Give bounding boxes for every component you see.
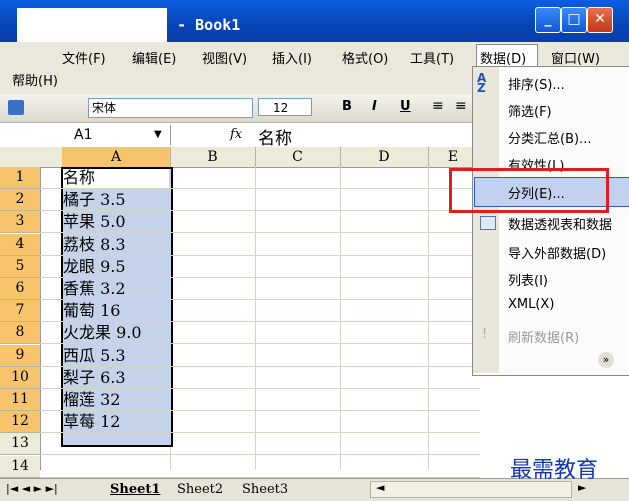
window-title: el - Book1 bbox=[150, 16, 241, 34]
chevron-down-icon[interactable]: ▼ bbox=[154, 125, 162, 145]
close-button[interactable]: ✕ bbox=[587, 7, 613, 33]
menu-item-sort[interactable]: 排序(S)... bbox=[508, 74, 565, 93]
refresh-icon: ! bbox=[482, 327, 488, 342]
menu-window[interactable]: 窗口(W) bbox=[551, 48, 600, 67]
row-header[interactable]: 12 bbox=[0, 411, 40, 433]
column-header-c[interactable]: C bbox=[255, 147, 341, 167]
table-cell[interactable]: 香蕉 3.2 bbox=[63, 279, 126, 298]
table-cell[interactable]: 名称 bbox=[63, 168, 95, 187]
table-cell[interactable]: 荔枝 8.3 bbox=[63, 235, 126, 254]
menu-item-refresh: 刷新数据(R) bbox=[508, 331, 580, 346]
select-all-corner[interactable] bbox=[0, 147, 63, 167]
table-cell[interactable]: 榴莲 32 bbox=[63, 390, 120, 409]
table-cell[interactable]: 龙眼 9.5 bbox=[63, 257, 126, 276]
underline-button[interactable]: U bbox=[400, 99, 411, 114]
formula-input[interactable]: 名称 bbox=[258, 124, 292, 149]
menu-tools[interactable]: 工具(T) bbox=[410, 48, 454, 67]
bold-button[interactable]: B bbox=[342, 99, 352, 114]
table-cell[interactable]: 橘子 3.5 bbox=[63, 190, 126, 209]
row-header[interactable]: 6 bbox=[0, 278, 40, 300]
row-header[interactable]: 13 bbox=[0, 433, 40, 455]
title-redaction bbox=[17, 8, 167, 42]
menu-format[interactable]: 格式(O) bbox=[342, 48, 388, 67]
expand-menu-icon[interactable]: » bbox=[598, 352, 614, 368]
table-cell[interactable]: 苹果 5.0 bbox=[63, 212, 126, 231]
menu-help[interactable]: 帮助(H) bbox=[12, 70, 58, 89]
cell-reference: A1 bbox=[74, 127, 93, 143]
row-header[interactable]: 8 bbox=[0, 322, 40, 344]
font-size-select[interactable]: 12 bbox=[258, 98, 312, 116]
table-cell[interactable]: 西瓜 5.3 bbox=[63, 346, 126, 365]
menu-item-xml[interactable]: XML(X) bbox=[508, 297, 554, 312]
table-cell[interactable]: 葡萄 16 bbox=[63, 301, 120, 320]
row-header[interactable]: 7 bbox=[0, 300, 40, 322]
row-header[interactable]: 2 bbox=[0, 189, 40, 211]
row-header[interactable]: 4 bbox=[0, 234, 40, 256]
row-header[interactable]: 1 bbox=[0, 167, 40, 189]
menu-item-list[interactable]: 列表(I) bbox=[508, 270, 548, 289]
menu-file[interactable]: 文件(F) bbox=[62, 48, 106, 67]
tab-sheet3[interactable]: Sheet3 bbox=[242, 482, 288, 497]
menu-item-filter[interactable]: 筛选(F) bbox=[508, 101, 552, 120]
column-header-b[interactable]: B bbox=[170, 147, 256, 167]
watermark: 最需教育 bbox=[510, 458, 599, 483]
column-header-a[interactable]: A bbox=[62, 147, 171, 167]
menu-item-subtotals[interactable]: 分类汇总(B)... bbox=[508, 128, 591, 147]
highlight-annotation-box bbox=[449, 168, 609, 213]
scroll-left-icon[interactable]: ◄ bbox=[376, 481, 384, 494]
tab-sheet2[interactable]: Sheet2 bbox=[177, 482, 223, 497]
maximize-button[interactable]: □ bbox=[561, 7, 587, 33]
table-cell[interactable]: 梨子 6.3 bbox=[63, 368, 126, 387]
align-center-icon[interactable]: ≡ bbox=[455, 98, 467, 114]
row-header[interactable]: 9 bbox=[0, 345, 40, 367]
menu-item-import-data[interactable]: 导入外部数据(D) bbox=[508, 243, 606, 262]
row-header[interactable]: 10 bbox=[0, 367, 40, 389]
tab-sheet1[interactable]: Sheet1 bbox=[110, 482, 160, 497]
fx-icon[interactable]: fx bbox=[230, 127, 242, 142]
table-cell[interactable]: 草莓 12 bbox=[63, 412, 120, 431]
font-name-select[interactable]: 宋体 bbox=[88, 98, 253, 118]
align-left-icon[interactable]: ≡ bbox=[432, 98, 444, 114]
menu-data[interactable]: 数据(D) bbox=[480, 48, 526, 67]
table-cell[interactable]: 火龙果 9.0 bbox=[63, 323, 142, 342]
tab-nav-arrows[interactable]: |◄ ◄ ► ►| bbox=[6, 482, 58, 495]
menu-item-pivot-table[interactable]: 数据透视表和数据 bbox=[508, 214, 612, 233]
pivot-table-icon bbox=[480, 216, 496, 230]
row-header[interactable]: 5 bbox=[0, 256, 40, 278]
sort-az-icon: AZ bbox=[477, 71, 487, 95]
menu-view[interactable]: 视图(V) bbox=[202, 48, 247, 67]
row-header[interactable]: 3 bbox=[0, 211, 40, 233]
menu-edit[interactable]: 编辑(E) bbox=[132, 48, 176, 67]
column-header-d[interactable]: D bbox=[340, 147, 429, 167]
save-icon[interactable] bbox=[8, 100, 24, 115]
row-header[interactable]: 11 bbox=[0, 389, 40, 411]
row-header[interactable]: 14 bbox=[0, 456, 40, 478]
italic-button[interactable]: I bbox=[372, 99, 377, 114]
minimize-button[interactable]: _ bbox=[535, 7, 561, 33]
menu-insert[interactable]: 插入(I) bbox=[272, 48, 312, 67]
name-box[interactable]: A1 ▼ bbox=[2, 125, 171, 145]
